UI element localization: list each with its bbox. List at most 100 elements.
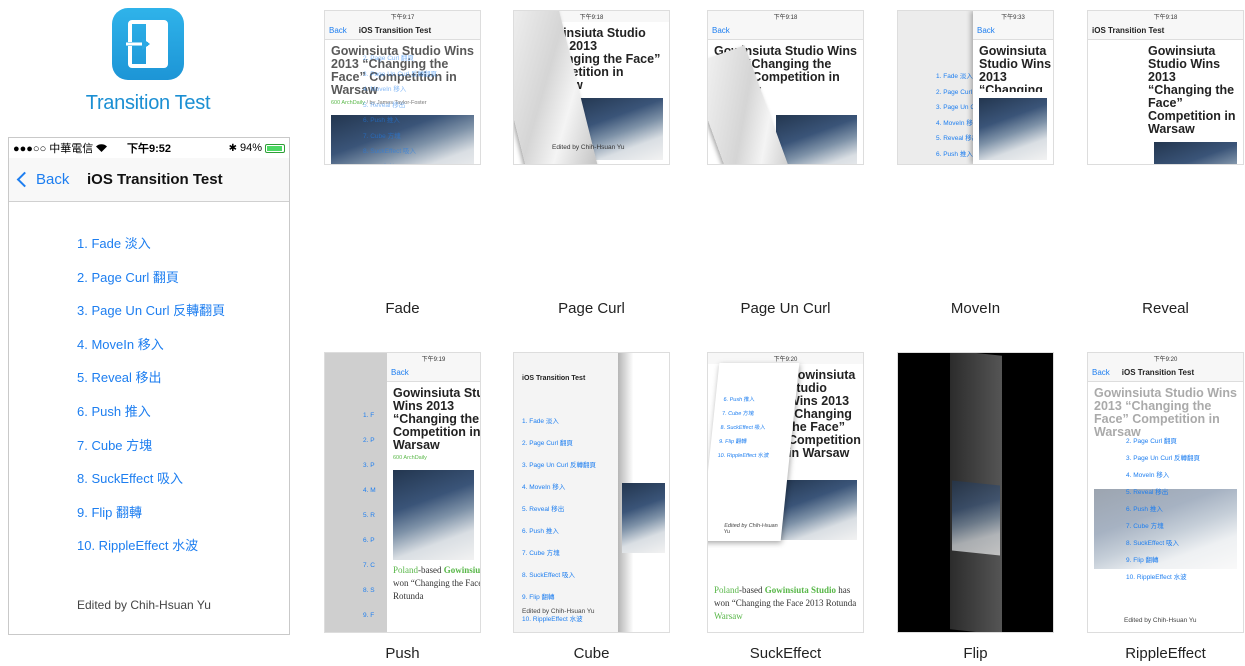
ripple-item: 4. MoveIn 移入 (1126, 472, 1170, 479)
thumb-reveal: 下午9:18 iOS Transition Test Gowinsiuta St… (1087, 10, 1244, 165)
caption-suckeffect: SuckEffect (749, 645, 822, 662)
cube-side-face (618, 353, 669, 632)
thumb-back: Back (391, 368, 409, 377)
cube-item: 3. Page Un Curl 反轉翻頁 (522, 462, 597, 469)
body-poland: Poland (393, 565, 419, 575)
thumb-status: 下午9:18 (708, 11, 863, 22)
menu-item-reveal[interactable]: 5. Reveal 移出 (77, 368, 225, 402)
thumb-headline: Gowinsiuta Studio Wins 2013 “Changing th… (1148, 44, 1236, 136)
cube-item: 9. Flip 翻轉 (522, 594, 555, 601)
status-bar: ●●●○○ 中華電信 下午9:52 ✱ 94% (9, 138, 289, 158)
suck-item: 6. Push 推入 (723, 397, 755, 403)
ghost-item: 6. Push 推入 (363, 117, 400, 124)
incoming-view: 下午9:19 Back Gowinsiuta Studio Wins 2013 … (387, 353, 480, 632)
thumb-back: Back (977, 26, 995, 35)
ripple-item: 10. RippleEffect 水波 (1126, 574, 1187, 581)
thumb-status: 下午9:18 (1088, 11, 1243, 22)
nav-bar: Back iOS Transition Test (9, 158, 289, 202)
suck-footer: Edited by Chih-Hsuan Yu (723, 523, 779, 535)
suck-menu: 6. Push 推入 7. Cube 方塊 8. SuckEffect 吸入 9… (717, 393, 776, 463)
curl-footer: Edited by Chih-Hsuan Yu (552, 144, 625, 151)
ghost-item: 4. MoveIn 移入 (363, 86, 407, 93)
thumb-photo (776, 480, 857, 540)
thumb-source: 600 ArchDaily (331, 100, 365, 106)
menu-item-page-curl[interactable]: 2. Page Curl 翻頁 (77, 268, 225, 302)
menu-item-page-uncurl[interactable]: 3. Page Un Curl 反轉翻頁 (77, 301, 225, 335)
cube-item: 2. Page Curl 翻頁 (522, 440, 573, 447)
flip-panel (950, 353, 1002, 632)
thumb-status: 下午9:19 (387, 353, 480, 364)
body-poland: Poland (714, 585, 740, 595)
caption-movein: MoveIn (950, 300, 1001, 317)
menu-item-push[interactable]: 6. Push 推入 (77, 402, 225, 436)
thumb-suckeffect: 下午9:20 Gowinsiuta Studio Wins 2013 “Chan… (707, 352, 864, 633)
phone-screen: ●●●○○ 中華電信 下午9:52 ✱ 94% Back iOS Transit… (8, 137, 290, 635)
cube-footer: Edited by Chih-Hsuan Yu (522, 608, 595, 615)
menu-item-movein[interactable]: 4. MoveIn 移入 (77, 335, 225, 369)
outgoing-view: 1. F2. P3. P4. M5. R6. P7. C8. S9. F10. … (325, 353, 387, 632)
thumb-cube: 1. Fade 淡入 2. Page Curl 翻頁 3. Page Un Cu… (513, 352, 670, 633)
thumb-body: Poland-based Gowinsiuta Studio has won “… (387, 560, 480, 607)
ripple-footer: Edited by Chih-Hsuan Yu (1124, 617, 1197, 624)
caption-reveal: Reveal (1142, 300, 1189, 317)
thumb-source: 600 ArchDaily (393, 455, 427, 461)
thumb-page-uncurl: 下午9:18 Back Gowinsiuta Studio Wins 2013 … (707, 10, 864, 165)
thumb-status: 下午9:20 (1088, 353, 1243, 364)
thumb-nav: Back iOS Transition Test (1088, 364, 1243, 382)
thumb-status: 下午9:33 (973, 11, 1053, 22)
cube-menu: 1. Fade 淡入 2. Page Curl 翻頁 3. Page Un Cu… (522, 411, 596, 631)
cube-item: 4. MoveIn 移入 (522, 484, 566, 491)
menu-item-suckeffect[interactable]: 8. SuckEffect 吸入 (77, 469, 225, 503)
thumb-body: Poland-based Gowinsiuta Studio has won “… (708, 580, 863, 627)
back-button[interactable]: Back (9, 171, 69, 188)
caption-page-uncurl: Page Un Curl (740, 300, 831, 317)
thumb-headline: Gowinsiuta Studio Wins 2013 “Changing th… (979, 44, 1052, 93)
ripple-item: 2. Page Curl 翻頁 (1126, 438, 1177, 445)
thumb-headline: Gowinsiuta Studio Wins 2013 “Changing th… (393, 386, 481, 452)
thumb-nav: Back (708, 22, 863, 40)
thumb-nav-title: iOS Transition Test (358, 26, 432, 35)
incoming-view: 下午9:33 Back Gowinsiuta Studio Wins 2013 … (973, 11, 1053, 164)
door-arrow-icon (126, 20, 168, 68)
thumb-photo (952, 480, 1000, 556)
body-text: -based (739, 585, 765, 595)
ripple-item: 6. Push 推入 (1126, 506, 1163, 513)
menu-item-rippleeffect[interactable]: 10. RippleEffect 水波 (77, 536, 225, 570)
cube-nav-title: iOS Transition Test (522, 375, 586, 382)
suck-item: 7. Cube 方塊 (721, 411, 755, 417)
ripple-item: 7. Cube 方塊 (1126, 523, 1164, 530)
suck-item: 9. Flip 翻轉 (718, 439, 747, 445)
thumb-back: Back (712, 26, 730, 35)
app-title: Transition Test (85, 92, 211, 114)
caption-rippleeffect: RippleEffect (1125, 645, 1206, 662)
ripple-item: 5. Reveal 移出 (1126, 489, 1169, 496)
ghost-item: 3. Page Un Curl 反轉翻頁 (363, 70, 438, 78)
thumb-rippleeffect: 下午9:20 Back iOS Transition Test Gowinsiut… (1087, 352, 1244, 633)
thumb-back: Back (1092, 368, 1110, 377)
suck-item: 8. SuckEffect 吸入 (720, 425, 766, 431)
caption-page-curl: Page Curl (558, 300, 625, 317)
thumb-flip (897, 352, 1054, 633)
thumb-fade: 下午9:17 Back iOS Transition Test Gowinsiut… (324, 10, 481, 165)
fade-menu-ghost: 2. Page Curl 翻頁 3. Page Un Curl 反轉翻頁 4. … (363, 51, 438, 164)
body-text: -based (418, 565, 444, 575)
thumb-nav: iOS Transition Test (1088, 22, 1243, 40)
ripple-item: 3. Page Un Curl 反轉翻頁 (1126, 455, 1201, 462)
cube-item: 1. Fade 淡入 (522, 418, 559, 425)
caption-flip: Flip (963, 645, 988, 662)
editor-credit: Edited by Chih-Hsuan Yu (77, 598, 211, 612)
thumb-page-curl: 下午9:18 Gowinsiuta Studio Wins 2013 “Chan… (513, 10, 670, 165)
thumb-nav: Back (973, 22, 1053, 40)
menu-item-cube[interactable]: 7. Cube 方塊 (77, 436, 225, 470)
menu-item-fade[interactable]: 1. Fade 淡入 (77, 234, 225, 268)
thumb-nav: Back (387, 364, 480, 382)
cube-item: 5. Reveal 移出 (522, 506, 565, 513)
thumb-photo (1154, 142, 1237, 164)
thumb-back: Back (329, 26, 347, 35)
push-menu: 1. F2. P3. P4. M5. R6. P7. C8. S9. F10. … (363, 412, 376, 619)
thumb-photo (979, 98, 1047, 160)
thumb-headline: Gowinsiuta Studio Wins 2013 “Changing th… (1094, 386, 1237, 439)
transition-menu: 1. Fade 淡入 2. Page Curl 翻頁 3. Page Un Cu… (77, 234, 225, 570)
back-label: Back (36, 171, 70, 188)
menu-item-flip[interactable]: 9. Flip 翻轉 (77, 503, 225, 537)
